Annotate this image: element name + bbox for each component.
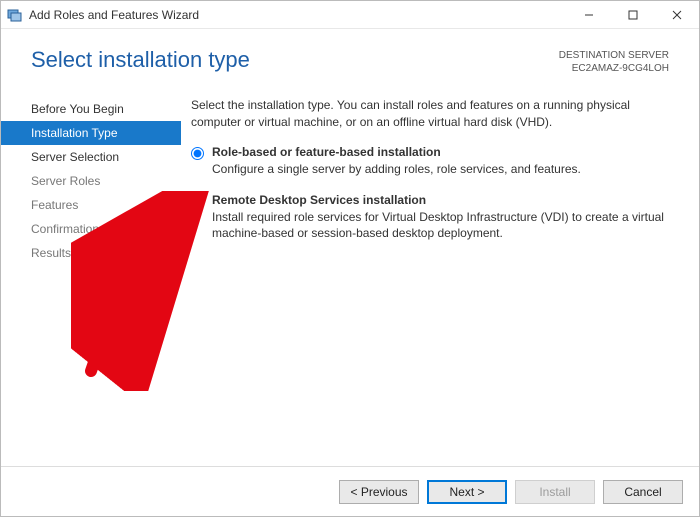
- nav-item-results: Results: [1, 241, 181, 265]
- window-title: Add Roles and Features Wizard: [29, 8, 199, 22]
- destination-server-block: DESTINATION SERVER EC2AMAZ-9CG4LOH: [559, 49, 669, 75]
- install-button[interactable]: Install: [515, 480, 595, 504]
- minimize-button[interactable]: [567, 1, 611, 29]
- install-type-radio[interactable]: [191, 195, 204, 208]
- option-title: Role-based or feature-based installation: [212, 145, 673, 159]
- destination-server-label: DESTINATION SERVER: [559, 49, 669, 62]
- page-title: Select installation type: [31, 47, 559, 73]
- option-description: Configure a single server by adding role…: [212, 161, 673, 177]
- destination-server-name: EC2AMAZ-9CG4LOH: [559, 62, 669, 75]
- nav-item-installation-type[interactable]: Installation Type: [1, 121, 181, 145]
- nav-item-server-selection[interactable]: Server Selection: [1, 145, 181, 169]
- close-button[interactable]: [655, 1, 699, 29]
- nav-item-server-roles: Server Roles: [1, 169, 181, 193]
- install-type-radio[interactable]: [191, 147, 204, 160]
- nav-item-confirmation: Confirmation: [1, 217, 181, 241]
- option-title: Remote Desktop Services installation: [212, 193, 673, 207]
- nav-item-features: Features: [1, 193, 181, 217]
- wizard-footer: < Previous Next > Install Cancel: [1, 466, 699, 516]
- maximize-button[interactable]: [611, 1, 655, 29]
- wizard-header: Select installation type DESTINATION SER…: [1, 29, 699, 83]
- cancel-button[interactable]: Cancel: [603, 480, 683, 504]
- intro-text: Select the installation type. You can in…: [191, 97, 673, 131]
- wizard-nav: Before You BeginInstallation TypeServer …: [1, 91, 181, 463]
- titlebar: Add Roles and Features Wizard: [1, 1, 699, 29]
- install-type-option[interactable]: Role-based or feature-based installation…: [191, 145, 673, 177]
- next-button[interactable]: Next >: [427, 480, 507, 504]
- wizard-body: Before You BeginInstallation TypeServer …: [1, 83, 699, 463]
- previous-button[interactable]: < Previous: [339, 480, 419, 504]
- install-type-option[interactable]: Remote Desktop Services installation Inst…: [191, 193, 673, 241]
- app-icon: [7, 7, 23, 23]
- option-description: Install required role services for Virtu…: [212, 209, 673, 241]
- wizard-main: Select the installation type. You can in…: [181, 91, 699, 463]
- nav-item-before-you-begin[interactable]: Before You Begin: [1, 97, 181, 121]
